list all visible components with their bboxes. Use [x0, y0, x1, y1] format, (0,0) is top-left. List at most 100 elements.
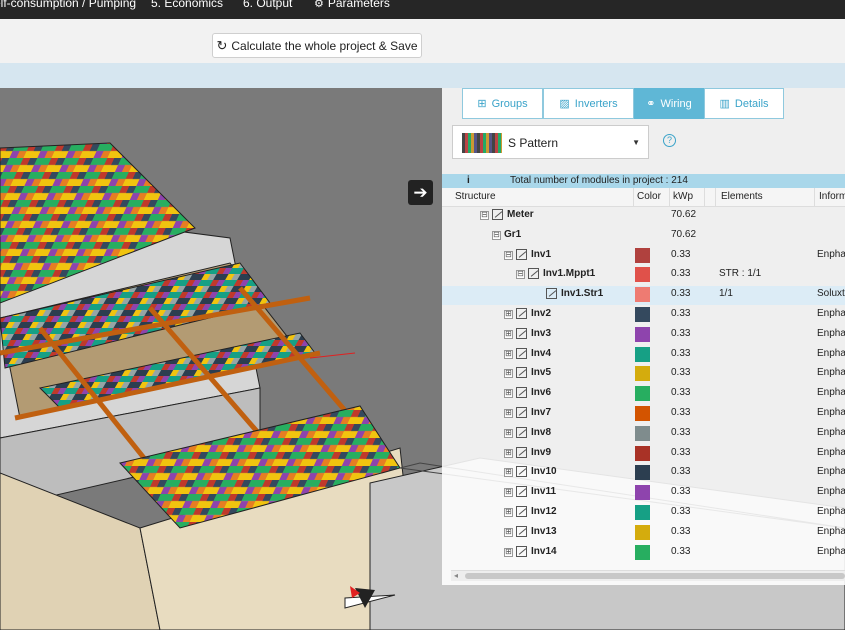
- inverter-icon: [516, 525, 527, 537]
- row-name: Inv13: [531, 525, 557, 537]
- row-kwp: 0.33: [671, 308, 691, 319]
- tree-row[interactable]: ⊞ Inv4 0.33 Enpha: [442, 346, 845, 365]
- inverter-icon: [516, 506, 527, 517]
- scroll-left-icon[interactable]: ◂: [454, 571, 458, 580]
- tab-inverters[interactable]: ▨ Inverters: [543, 88, 634, 119]
- tree-row[interactable]: ⊞ Inv11 0.33 Enpha: [442, 484, 845, 503]
- row-kwp: 0.33: [671, 327, 691, 339]
- toolbar: ↻ Calculate the whole project & Save: [0, 19, 845, 64]
- expander-icon[interactable]: ⊟: [504, 250, 513, 260]
- color-swatch[interactable]: [635, 346, 650, 362]
- tree-row[interactable]: ⊞ Inv6 0.33 Enpha: [442, 385, 845, 404]
- expander-icon[interactable]: ⊞: [504, 349, 513, 359]
- color-swatch[interactable]: [635, 505, 650, 520]
- inverter-icon: [516, 486, 527, 498]
- horizontal-scrollbar[interactable]: ◂: [451, 570, 845, 581]
- chevron-down-icon: ▼: [632, 138, 640, 147]
- expander-icon[interactable]: ⊟: [516, 270, 525, 280]
- tree-row[interactable]: ⊟ Inv1 0.33 Enpha: [442, 247, 845, 266]
- meter-icon: [492, 209, 503, 220]
- tree-row[interactable]: ⊞ Inv10 0.33 Enpha: [442, 464, 845, 483]
- color-swatch[interactable]: [635, 307, 650, 322]
- wiring-icon: ⚭: [646, 98, 656, 110]
- row-kwp: 0.33: [671, 367, 691, 379]
- row-elements: STR : 1/1: [719, 268, 762, 280]
- color-swatch[interactable]: [635, 485, 650, 501]
- expander-icon[interactable]: ⊞: [504, 488, 513, 498]
- color-swatch[interactable]: [635, 406, 650, 421]
- tree-row[interactable]: ⊟ Meter 70.62: [442, 207, 845, 226]
- help-icon[interactable]: ?: [663, 134, 676, 147]
- color-swatch[interactable]: [635, 247, 650, 263]
- row-name: Inv8: [531, 426, 552, 438]
- color-swatch[interactable]: [635, 267, 650, 283]
- col-structure[interactable]: Structure: [455, 191, 496, 202]
- row-name: Gr1: [504, 228, 522, 240]
- color-swatch[interactable]: [635, 326, 650, 342]
- tab-wiring-label: Wiring: [660, 97, 692, 110]
- tab-groups[interactable]: ⊞ Groups: [462, 88, 543, 119]
- expander-icon[interactable]: ⊞: [504, 547, 513, 557]
- tab-wiring[interactable]: ⚭ Wiring: [634, 88, 704, 119]
- tree-row[interactable]: ⊟ Gr1 70.62: [442, 227, 845, 246]
- expander-icon[interactable]: ⊞: [504, 448, 513, 458]
- row-name: Inv6: [531, 387, 552, 399]
- tree-row[interactable]: ⊟ Inv1.Mppt1 0.33 STR : 1/1: [442, 266, 845, 285]
- col-color[interactable]: Color: [637, 191, 661, 202]
- row-info: Enpha: [817, 446, 845, 458]
- expander-icon[interactable]: ⊟: [492, 230, 501, 240]
- expander-icon[interactable]: ⊞: [504, 409, 513, 418]
- expander-icon[interactable]: ⊟: [480, 211, 489, 220]
- pattern-selected: S Pattern: [508, 136, 559, 150]
- tree-row[interactable]: ⊞ Inv5 0.33 Enpha: [442, 365, 845, 384]
- col-elements[interactable]: Elements: [721, 191, 763, 202]
- row-info: Enpha: [817, 506, 845, 517]
- tree-row[interactable]: ⊞ Inv2 0.33 Enpha: [442, 306, 845, 325]
- pattern-select[interactable]: S Pattern ▼: [452, 125, 649, 159]
- expander-icon[interactable]: ⊞: [504, 508, 513, 517]
- structure-tree: ⊟ Meter 70.62 ⊟ Gr1 70.62 ⊟ Inv1 0.33 Enpha ⊟ Inv1.…: [442, 207, 845, 567]
- expander-icon[interactable]: ⊞: [504, 428, 513, 438]
- pattern-thumbnail: [462, 133, 502, 153]
- expander-icon[interactable]: ⊞: [504, 468, 513, 478]
- color-swatch[interactable]: [635, 544, 650, 560]
- color-swatch[interactable]: [635, 445, 650, 461]
- color-swatch[interactable]: [635, 524, 650, 540]
- color-swatch[interactable]: [635, 287, 650, 303]
- expander-icon[interactable]: ⊞: [504, 389, 513, 399]
- nav-output[interactable]: 6. Output: [243, 0, 292, 10]
- col-information[interactable]: Inform: [819, 191, 845, 202]
- inverter-icon: [516, 387, 527, 399]
- col-kwp[interactable]: kWp: [673, 191, 693, 202]
- tab-details[interactable]: ▥ Details: [704, 88, 784, 119]
- tree-row[interactable]: ⊞ Inv9 0.33 Enpha: [442, 445, 845, 464]
- tree-row[interactable]: ⊞ Inv7 0.33 Enpha: [442, 405, 845, 424]
- color-swatch[interactable]: [635, 425, 650, 441]
- expander-icon[interactable]: ⊞: [504, 310, 513, 319]
- nav-parameters[interactable]: ⚙ Parameters: [314, 0, 390, 10]
- expander-icon[interactable]: ⊞: [504, 369, 513, 379]
- color-swatch[interactable]: [635, 386, 650, 402]
- scrollbar-thumb[interactable]: [465, 573, 845, 579]
- row-name: Inv3: [531, 327, 552, 339]
- tree-row[interactable]: ⊞ Inv8 0.33 Enpha: [442, 425, 845, 444]
- color-swatch[interactable]: [635, 366, 650, 382]
- expander-icon[interactable]: ⊞: [504, 527, 513, 537]
- nav-economics[interactable]: 5. Economics: [151, 0, 223, 10]
- tree-row[interactable]: Inv1.Str1 0.33 1/1 Soluxt: [442, 286, 845, 306]
- inverter-icon: [516, 407, 527, 418]
- row-kwp: 70.62: [671, 209, 697, 220]
- row-kwp: 0.33: [671, 525, 691, 537]
- calculate-save-button[interactable]: ↻ Calculate the whole project & Save: [212, 33, 422, 58]
- nav-self-consumption[interactable]: elf-consumption / Pumping: [0, 0, 136, 10]
- tree-row[interactable]: ⊞ Inv12 0.33 Enpha: [442, 504, 845, 523]
- tree-row[interactable]: ⊞ Inv3 0.33 Enpha: [442, 326, 845, 345]
- color-swatch[interactable]: [635, 465, 650, 481]
- row-name: Inv14: [531, 545, 557, 557]
- tree-row[interactable]: ⊞ Inv13 0.33 Enpha: [442, 524, 845, 543]
- row-info: Enpha: [817, 367, 845, 379]
- expander-icon[interactable]: ⊞: [504, 329, 513, 339]
- expand-arrow-button[interactable]: ➔: [408, 180, 433, 205]
- row-kwp: 0.33: [671, 506, 691, 517]
- tree-row[interactable]: ⊞ Inv14 0.33 Enpha: [442, 544, 845, 563]
